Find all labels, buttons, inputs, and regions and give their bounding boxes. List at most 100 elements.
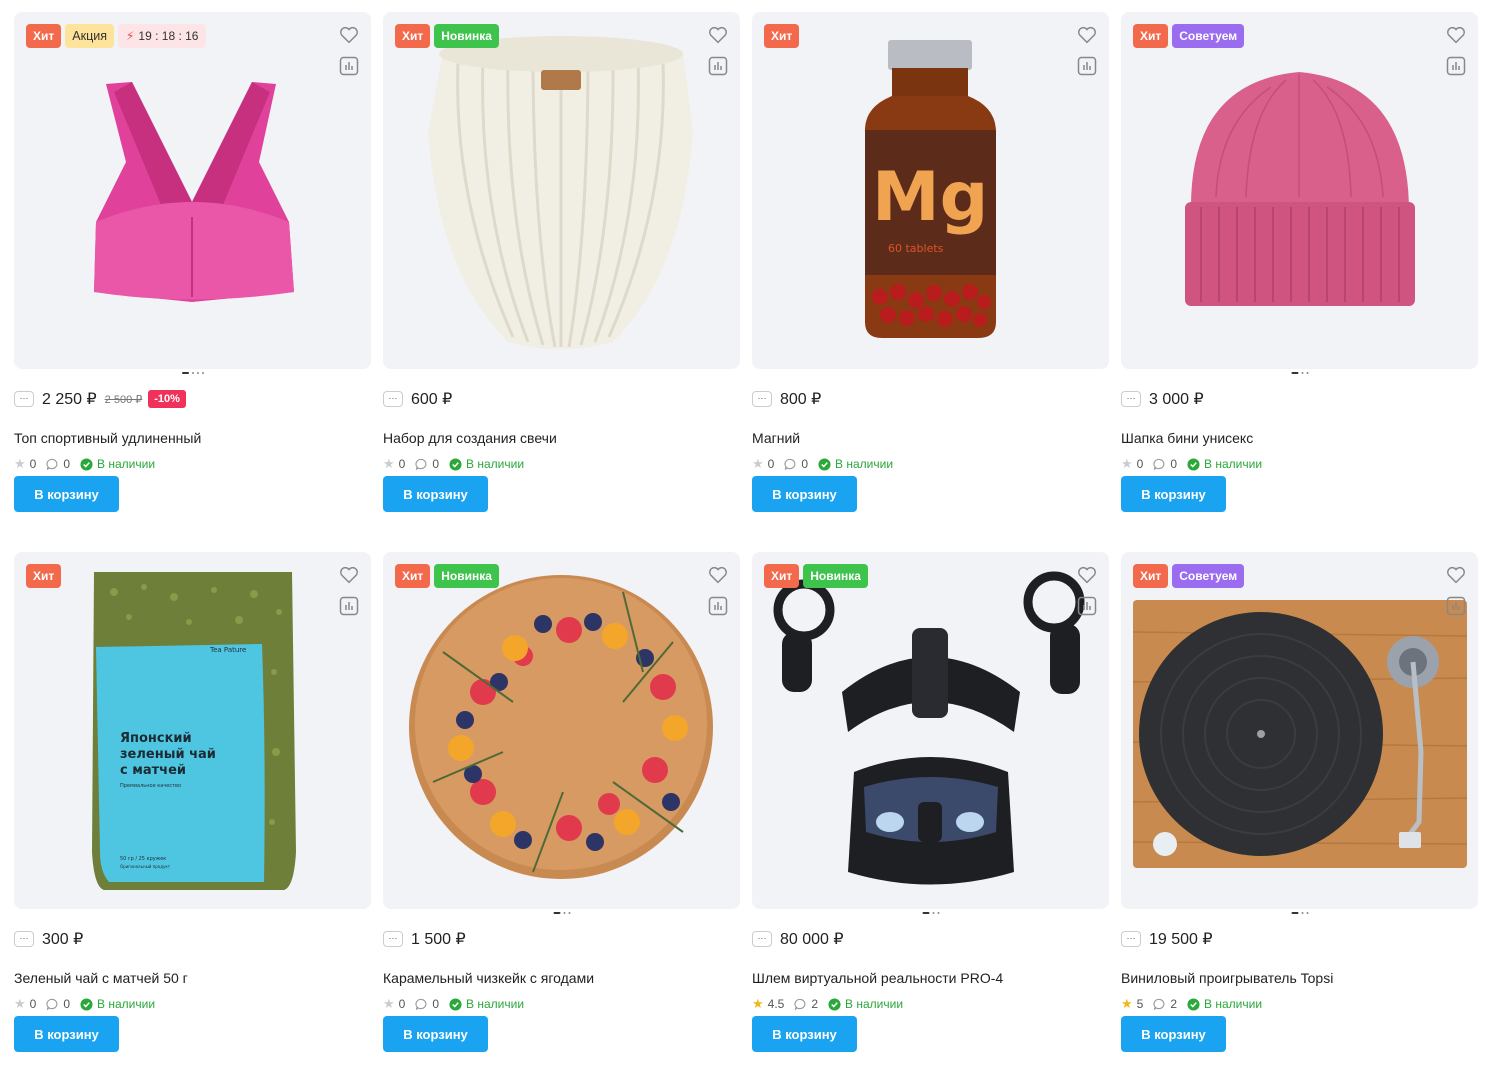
qty-icon[interactable]: ··· bbox=[752, 391, 772, 407]
reviews-count: 0 bbox=[63, 997, 71, 1011]
product-title[interactable]: Набор для создания свечи bbox=[383, 430, 557, 446]
image-pager[interactable] bbox=[181, 372, 204, 374]
add-to-cart-button[interactable]: В корзину bbox=[14, 1016, 119, 1052]
old-price: 2 500 ₽ bbox=[104, 393, 143, 406]
compare-icon[interactable] bbox=[1077, 56, 1097, 76]
price: 19 500 ₽ bbox=[1149, 931, 1213, 948]
compare-icon[interactable] bbox=[339, 56, 359, 76]
check-icon bbox=[828, 997, 841, 1011]
qty-icon[interactable]: ··· bbox=[383, 931, 403, 947]
sports-bra-image bbox=[94, 82, 294, 302]
product-card[interactable]: Хит Новинка ··· 80 000 ₽ Шлем виртуально… bbox=[752, 552, 1109, 1072]
countdown-timer: ⚡ 19 : 18 : 16 bbox=[117, 24, 207, 48]
qty-icon[interactable]: ··· bbox=[1121, 931, 1141, 947]
compare-icon[interactable] bbox=[708, 596, 728, 616]
product-card[interactable]: Хит Советуем ··· 19 500 ₽ Виниловый прои… bbox=[1121, 552, 1478, 1072]
availability: В наличии bbox=[449, 997, 524, 1011]
add-to-cart-button[interactable]: В корзину bbox=[752, 476, 857, 512]
add-to-cart-button[interactable]: В корзину bbox=[383, 476, 488, 512]
qty-icon[interactable]: ··· bbox=[752, 931, 772, 947]
badges: Хит Акция ⚡ 19 : 18 : 16 bbox=[26, 24, 207, 48]
badge-hit: Хит bbox=[764, 24, 800, 48]
pack-brand: Tea Pature bbox=[209, 646, 246, 654]
qty-icon[interactable]: ··· bbox=[1121, 391, 1141, 407]
product-card[interactable]: Хит Новинка ··· 1 500 ₽ Карамельный чизк… bbox=[383, 552, 740, 1072]
reviews-count: 0 bbox=[1170, 457, 1178, 471]
availability: В наличии bbox=[449, 457, 524, 471]
availability-label: В наличии bbox=[97, 997, 156, 1011]
add-to-cart-button[interactable]: В корзину bbox=[1121, 476, 1226, 512]
heart-icon[interactable] bbox=[1445, 24, 1467, 46]
product-title[interactable]: Шапка бини унисекс bbox=[1121, 430, 1253, 446]
badge-hit: Хит bbox=[1133, 24, 1169, 48]
product-card[interactable]: Mg 60 tablets Хит ··· 800 ₽ Магний ★ 0 0… bbox=[752, 12, 1109, 532]
product-title[interactable]: Виниловый проигрыватель Topsi bbox=[1121, 970, 1333, 986]
qty-icon[interactable]: ··· bbox=[14, 931, 34, 947]
availability: В наличии bbox=[1187, 997, 1262, 1011]
product-photo[interactable]: Mg 60 tablets Хит bbox=[752, 12, 1109, 369]
add-to-cart-button[interactable]: В корзину bbox=[14, 476, 119, 512]
product-photo[interactable]: Хит Новинка bbox=[383, 552, 740, 909]
turntable-image bbox=[1132, 600, 1468, 868]
qty-icon[interactable]: ··· bbox=[383, 391, 403, 407]
product-card[interactable]: Хит Акция ⚡ 19 : 18 : 16 ··· 2 250 ₽ 2 50… bbox=[14, 12, 371, 532]
comment-icon bbox=[46, 998, 58, 1010]
availability-label: В наличии bbox=[1204, 997, 1263, 1011]
badge-new: Новинка bbox=[803, 564, 868, 588]
product-card[interactable]: Tea Pature Японский зеленый чай с матчей… bbox=[14, 552, 371, 1072]
comment-icon bbox=[1153, 458, 1165, 470]
check-icon bbox=[80, 457, 93, 471]
badge-hit: Хит bbox=[26, 564, 62, 588]
price-row: ··· 300 ₽ bbox=[14, 928, 83, 950]
availability-label: В наличии bbox=[845, 997, 904, 1011]
vr-headset-image bbox=[773, 571, 1085, 885]
image-pager[interactable] bbox=[1291, 912, 1308, 914]
product-photo[interactable]: Хит Новинка bbox=[752, 552, 1109, 909]
product-card[interactable]: Хит Советуем ··· 3 000 ₽ Шапка бини унис… bbox=[1121, 12, 1478, 532]
product-title[interactable]: Карамельный чизкейк с ягодами bbox=[383, 970, 594, 986]
add-to-cart-button[interactable]: В корзину bbox=[1121, 1016, 1226, 1052]
product-title[interactable]: Магний bbox=[752, 430, 800, 446]
compare-icon[interactable] bbox=[339, 596, 359, 616]
heart-icon[interactable] bbox=[1076, 564, 1098, 586]
heart-icon[interactable] bbox=[1445, 564, 1467, 586]
comment-icon bbox=[784, 458, 796, 470]
add-to-cart-button[interactable]: В корзину bbox=[383, 1016, 488, 1052]
candle-image bbox=[428, 36, 693, 350]
product-photo[interactable]: Tea Pature Японский зеленый чай с матчей… bbox=[14, 552, 371, 909]
heart-icon[interactable] bbox=[707, 564, 729, 586]
heart-icon[interactable] bbox=[338, 564, 360, 586]
product-photo[interactable]: Хит Советуем bbox=[1121, 552, 1478, 909]
heart-icon[interactable] bbox=[338, 24, 360, 46]
compare-icon[interactable] bbox=[1446, 56, 1466, 76]
badges: Хит Новинка bbox=[764, 564, 868, 588]
compare-icon[interactable] bbox=[1446, 596, 1466, 616]
heart-icon[interactable] bbox=[707, 24, 729, 46]
compare-icon[interactable] bbox=[1077, 596, 1097, 616]
product-photo[interactable]: Хит Советуем bbox=[1121, 12, 1478, 369]
product-meta: ★ 0 0 В наличии bbox=[1121, 456, 1262, 472]
product-photo[interactable]: Хит Новинка bbox=[383, 12, 740, 369]
qty-icon[interactable]: ··· bbox=[14, 391, 34, 407]
image-pager[interactable] bbox=[1291, 372, 1308, 374]
image-pager[interactable] bbox=[553, 912, 570, 914]
badge-hit: Хит bbox=[26, 24, 62, 48]
availability-label: В наличии bbox=[1204, 457, 1263, 471]
add-to-cart-button[interactable]: В корзину bbox=[752, 1016, 857, 1052]
price-row: ··· 19 500 ₽ bbox=[1121, 928, 1213, 950]
price: 600 ₽ bbox=[411, 391, 453, 408]
product-meta: ★ 5 2 В наличии bbox=[1121, 996, 1262, 1012]
image-pager[interactable] bbox=[922, 912, 939, 914]
magnesium-bottle-image: Mg 60 tablets bbox=[864, 40, 996, 338]
product-photo[interactable]: Хит Акция ⚡ 19 : 18 : 16 bbox=[14, 12, 371, 369]
availability-label: В наличии bbox=[835, 457, 894, 471]
compare-icon[interactable] bbox=[708, 56, 728, 76]
heart-icon[interactable] bbox=[1076, 24, 1098, 46]
product-title[interactable]: Шлем виртуальной реальности PRO-4 bbox=[752, 970, 1003, 986]
product-title[interactable]: Зеленый чай с матчей 50 г bbox=[14, 970, 188, 986]
product-card[interactable]: Хит Новинка ··· 600 ₽ Набор для создания… bbox=[383, 12, 740, 532]
price-row: ··· 800 ₽ bbox=[752, 388, 821, 410]
product-title[interactable]: Топ спортивный удлиненный bbox=[14, 430, 201, 446]
pack-sub: Премиальное качество bbox=[120, 783, 181, 789]
availability: В наличии bbox=[80, 457, 155, 471]
